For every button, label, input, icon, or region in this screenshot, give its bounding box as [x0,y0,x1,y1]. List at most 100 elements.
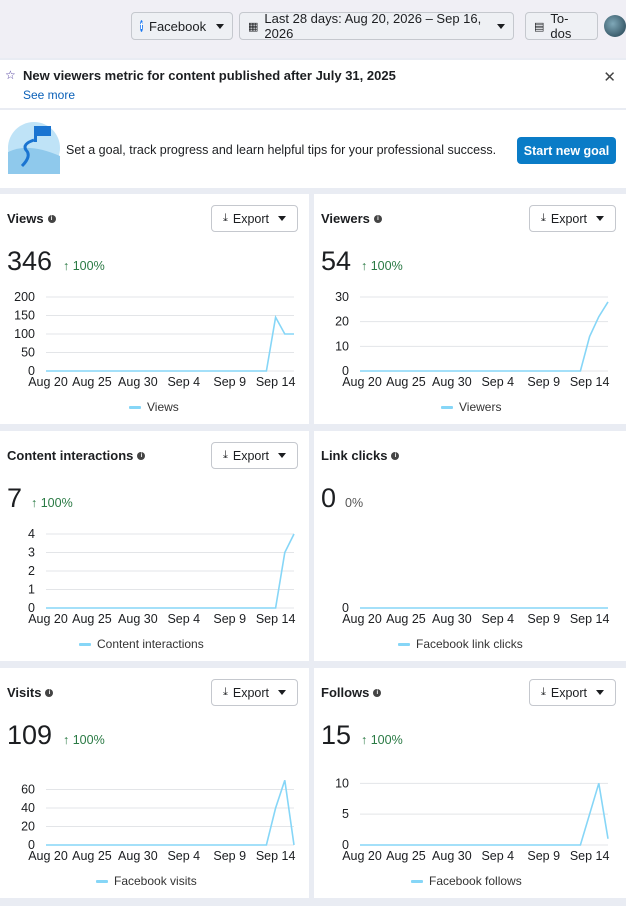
metric-card-content-interactions: Content interactions i ⤓ Export 7 ↑ 100% 0 1 2 3 4… [0,431,309,661]
x-tick-label: Aug 20 [28,375,68,389]
x-tick-label: Aug 25 [72,612,112,626]
notice-banner: ☆ New viewers metric for content publish… [0,60,626,108]
legend-swatch [398,642,410,646]
y-tick-label: 100 [14,327,35,341]
chevron-down-icon [216,23,225,29]
x-tick-label: Sep 4 [481,612,514,626]
line-chart: 050100150200Aug 20 Aug 25 Aug 30 Sep 4 Sep 9… [14,290,295,389]
legend-label: Facebook visits [114,874,197,888]
y-tick-label: 20 [335,315,349,329]
y-tick-label: 20 [21,820,35,834]
line-chart: 01234Aug 20 Aug 25 Aug 30 Sep 4 Sep 9 Sep 14 [28,527,296,626]
legend-swatch [79,642,91,646]
y-tick-label: 5 [342,807,349,821]
series-line [46,780,295,846]
calendar-icon: ▦ [248,20,259,33]
x-tick-label: Aug 25 [386,612,426,626]
facebook-icon: f [140,20,143,32]
metric-card-viewers: Viewers i ⤓ Export 54 ↑ 100% 0 10 20 30 Aug 20 Aug … [314,194,626,424]
todos-button[interactable]: ▤ To-dos [525,11,598,41]
y-tick-label: 4 [28,527,35,541]
x-tick-label: Aug 20 [342,849,382,863]
x-tick-label: Aug 30 [118,849,158,863]
y-tick-label: 40 [21,801,35,815]
chart-legend: Facebook follows [411,874,522,888]
x-tick-label: Sep 4 [481,375,514,389]
platform-selector[interactable]: f Facebook [131,12,233,40]
goal-banner: Set a goal, track progress and learn hel… [0,110,626,188]
x-tick-label: Sep 14 [570,849,610,863]
legend-label: Content interactions [97,637,204,651]
x-tick-label: Aug 25 [72,849,112,863]
y-tick-label: 10 [335,776,349,790]
close-icon[interactable]: ✕ [603,68,616,86]
x-tick-label: Sep 14 [570,612,610,626]
date-range-label: Last 28 days: Aug 20, 2026 – Sep 16, 202… [264,11,482,41]
platform-label: Facebook [149,18,207,34]
x-tick-label: Sep 4 [167,849,200,863]
chart-legend: Facebook visits [96,874,197,888]
x-tick-label: Aug 30 [432,375,472,389]
goal-illustration-icon [8,122,60,174]
metric-card-link-clicks: Link clicks i 0 0% 0 Aug 20 Aug 25 Aug 30 Sep 4S… [314,431,626,661]
todos-label: To-dos [550,11,572,41]
x-tick-label: Sep 9 [527,375,560,389]
star-icon: ☆ [5,68,16,82]
x-tick-label: Aug 25 [386,849,426,863]
avatar[interactable] [604,15,626,37]
x-tick-label: Sep 9 [527,612,560,626]
legend-label: Facebook follows [429,874,522,888]
date-range-selector[interactable]: ▦ Last 28 days: Aug 20, 2026 – Sep 16, 2… [239,11,514,41]
chart-legend: Views [129,400,179,414]
line-chart: 0Aug 20 Aug 25 Aug 30 Sep 4 Sep 9 Sep 14 [342,601,610,626]
x-tick-label: Aug 30 [118,375,158,389]
x-tick-label: Aug 30 [118,612,158,626]
legend-label: Facebook link clicks [416,637,523,651]
legend-label: Views [147,400,179,414]
legend-label: Viewers [459,400,502,414]
y-tick-label: 2 [28,564,35,578]
x-tick-label: Sep 9 [213,375,246,389]
see-more-link[interactable]: See more [23,88,75,102]
notice-title: New viewers metric for content published… [23,68,396,83]
y-tick-label: 150 [14,309,35,323]
x-tick-label: Aug 20 [28,849,68,863]
x-tick-label: Aug 25 [72,375,112,389]
line-chart: 0102030Aug 20 Aug 25 Aug 30 Sep 4 Sep 9 Sep 1… [335,290,610,389]
metric-card-follows: Follows i ⤓ Export 15 ↑ 100% 0 5 10 Aug 20 Aug 25 A… [314,668,626,898]
y-tick-label: 60 [21,783,35,797]
x-tick-label: Sep 4 [167,612,200,626]
y-tick-label: 50 [21,346,35,360]
chevron-down-icon [497,23,505,29]
x-tick-label: Aug 20 [28,612,68,626]
goal-text: Set a goal, track progress and learn hel… [66,143,497,157]
line-chart: 0204060Aug 20 Aug 25 Aug 30 Sep 4 Sep 9 Sep 1… [21,780,296,863]
x-tick-label: Sep 14 [570,375,610,389]
x-tick-label: Sep 14 [256,612,296,626]
x-tick-label: Sep 9 [213,612,246,626]
x-tick-label: Aug 30 [432,612,472,626]
x-tick-label: Sep 9 [527,849,560,863]
y-tick-label: 3 [28,546,35,560]
x-tick-label: Sep 14 [256,849,296,863]
series-line [360,301,609,372]
x-tick-label: Aug 30 [432,849,472,863]
x-tick-label: Sep 9 [213,849,246,863]
chart-legend: Viewers [441,400,501,414]
y-tick-label: 1 [28,583,35,597]
y-tick-label: 30 [335,290,349,304]
legend-swatch [96,879,108,883]
x-tick-label: Aug 25 [386,375,426,389]
series-line [46,314,294,372]
chart-legend: Facebook link clicks [398,637,523,651]
x-tick-label: Sep 4 [167,375,200,389]
clipboard-icon: ▤ [534,20,545,33]
top-bar: f Facebook ▦ Last 28 days: Aug 20, 2026 … [0,0,626,58]
metric-card-views: Views i ⤓ Export 346 ↑ 100% 0 50 100 150 200 Aug 20… [0,194,309,424]
x-tick-label: Aug 20 [342,375,382,389]
legend-swatch [129,405,141,409]
legend-swatch [441,405,453,409]
legend-swatch [411,879,423,883]
start-new-goal-button[interactable]: Start new goal [517,137,616,164]
y-tick-label: 200 [14,290,35,304]
